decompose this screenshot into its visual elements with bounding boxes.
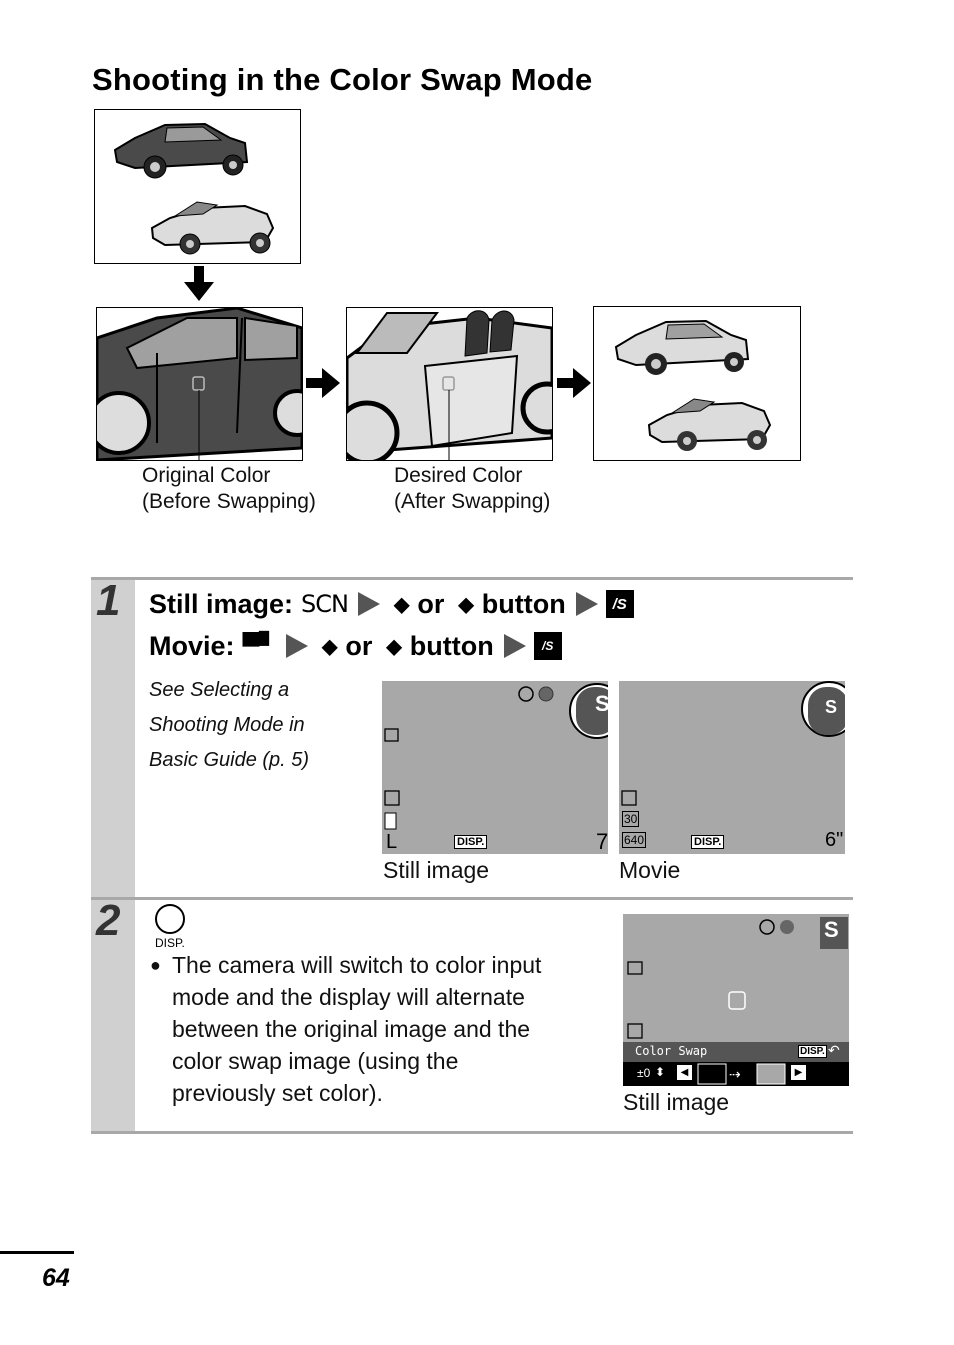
or-label: or [345,630,373,661]
color-swap-icon: S [595,691,610,716]
footer-rule [0,1251,74,1254]
scn-mode-icon: SCN [301,590,349,618]
bullet-line: color swap image (using the [172,1048,459,1074]
movie-color-swap-mode-icon: /S [533,632,562,660]
button-label: button [481,588,566,619]
caption-desired-line2: (After Swapping) [394,490,551,513]
result-image-frame [593,306,801,461]
step-2-bullet: ● The camera will switch to color input m… [150,949,541,1109]
bullet-line: The camera will switch to color input [172,952,542,978]
caption-desired: Desired Color (After Swapping) [394,463,550,515]
left-arrow-button-icon: ◆ [321,635,338,658]
lcd-still-image: S L DISP. 7 [382,681,610,854]
up-down-icon: ⬍ [655,1065,666,1079]
resolution-indicator: 640 [622,832,647,848]
red-eye-icon [538,686,554,702]
lcd-movie: S 30 640 DISP. 6" [619,681,845,854]
caption-desired-line1: Desired Color [394,464,523,487]
source-image-frame [94,109,301,264]
step-2-bottom-rule [91,1131,853,1134]
movie-color-swap-icon: S [825,697,838,717]
left-arrow-button-icon: ◆ [393,593,410,616]
step-arrow-icon [503,634,526,658]
arrow-down-icon [184,266,214,301]
step-1-movie-heading: Movie: ▀▘ ◆ or ◆ button /S [149,626,570,666]
lcd-color-swap-label: Still image [623,1089,730,1115]
movie-label: Movie: [149,630,235,661]
step-1-top-rule [91,577,853,580]
step-1-note: See Selecting a Shooting Mode in Basic G… [149,673,309,778]
step-1-number: 1 [96,576,121,625]
left-arrow-icon: ◀ [677,1065,692,1080]
lcd-color-swap: S Color Swap DISP. ↶ ±0 ⬍ ◀ ⇢ ▶ [623,914,849,1086]
disp-badge: DISP. [691,835,725,849]
flash-icon [518,686,534,702]
step-arrow-icon [285,634,308,658]
swap-arrow-icon: ⇢ [729,1066,741,1082]
note-line: Shooting Mode in [149,714,305,736]
step-2-top-rule [91,897,853,900]
return-icon: ↶ [828,1042,840,1058]
disp-badge: DISP. [454,835,488,849]
time-remaining: 6" [825,829,844,851]
disp-button-icon [155,904,185,934]
right-arrow-icon: ▶ [791,1065,806,1080]
shots-remaining: 7 [596,829,609,854]
menu-title: Color Swap [635,1044,708,1058]
color-swap-icon: S [824,917,839,942]
caption-original-line1: Original Color [142,464,271,487]
step-2-number: 2 [96,896,121,945]
disp-button-caption: DISP. [155,936,185,950]
movie-mode-icon: ▀▘ [242,632,278,660]
caption-original-line2: (Before Swapping) [142,490,316,513]
step-1-sidebar [91,580,135,897]
frame-rate-indicator: 30 [622,811,640,827]
or-label: or [417,588,445,619]
tolerance-value: ±0 [637,1066,651,1080]
button-label: button [409,630,494,661]
desired-color-closeup [346,307,553,461]
bullet-line: previously set color). [172,1080,383,1106]
bullet-line: between the original image and the [172,1016,531,1042]
note-line: Basic Guide (p. 5) [149,749,310,771]
page-title: Shooting in the Color Swap Mode [92,62,593,97]
step-1-still-heading: Still image: SCN ◆ or ◆ button /S [149,584,642,624]
image-size-indicator: L [386,831,398,853]
right-arrow-button-icon: ◆ [386,635,402,658]
step-arrow-icon [357,592,380,616]
bullet-icon: ● [150,955,161,975]
lcd-still-label: Still image [383,857,490,883]
two-cars-illustration [113,122,275,255]
step-arrow-icon [575,592,598,616]
caption-original: Original Color (Before Swapping) [142,463,316,515]
color-swap-mode-icon: /S [605,590,634,618]
bullet-line: mode and the display will alternate [172,984,525,1010]
page-number: 64 [42,1264,70,1292]
right-arrow-button-icon: ◆ [458,593,474,616]
still-image-label: Still image: [149,588,294,619]
disp-badge: DISP. [798,1045,827,1058]
arrow-right-icon [306,368,340,398]
original-color-closeup [96,307,303,461]
note-line: See Selecting a [149,679,290,701]
arrow-right-icon [557,368,591,398]
lcd-movie-label: Movie [619,857,681,883]
